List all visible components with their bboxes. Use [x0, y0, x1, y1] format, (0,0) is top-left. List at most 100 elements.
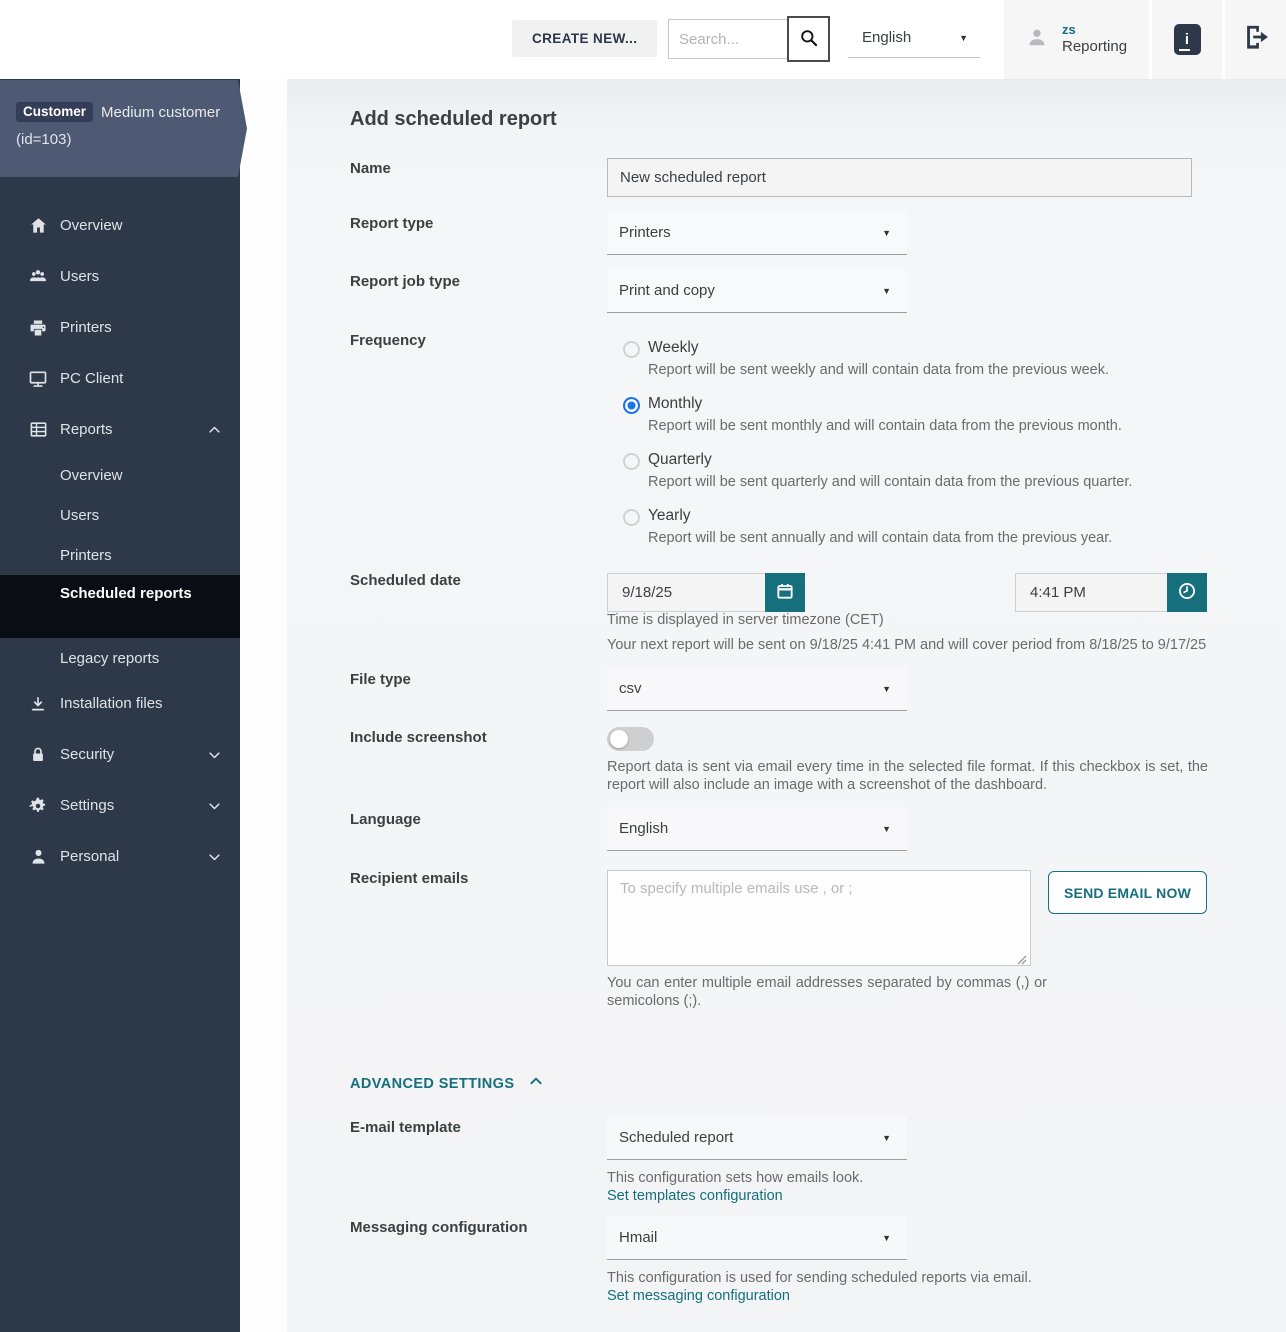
- clock-button[interactable]: [1167, 573, 1207, 612]
- chevron-up-icon: [528, 1073, 544, 1094]
- form-language-label: Language: [350, 811, 421, 828]
- scheduled-date-label: Scheduled date: [350, 572, 461, 589]
- logout-icon: [1242, 23, 1270, 56]
- user-menu[interactable]: zs Reporting: [1004, 0, 1149, 79]
- language-select[interactable]: English ▼: [848, 18, 980, 58]
- logout-button[interactable]: [1225, 0, 1286, 79]
- sidebar-item-users[interactable]: Users: [0, 251, 240, 302]
- timezone-note: Time is displayed in server timezone (CE…: [607, 612, 884, 628]
- send-email-now-button[interactable]: SEND EMAIL NOW: [1048, 871, 1207, 914]
- name-input[interactable]: [607, 158, 1192, 197]
- chevron-down-icon: ▼: [959, 32, 968, 43]
- calendar-icon: [775, 581, 795, 604]
- users-group-icon: [28, 267, 48, 287]
- chevron-down-icon: [207, 849, 222, 864]
- sidebar-item-settings[interactable]: Settings: [0, 780, 240, 831]
- frequency-option-label[interactable]: Yearly: [648, 507, 691, 525]
- file-type-select[interactable]: csv ▼: [607, 667, 907, 711]
- chevron-down-icon: [207, 747, 222, 762]
- email-template-helper: This configuration sets how emails look.: [607, 1170, 864, 1186]
- chevron-down-icon: ▼: [882, 1232, 891, 1243]
- create-new-button[interactable]: CREATE NEW...: [512, 20, 658, 57]
- sidebar-item-security[interactable]: Security: [0, 729, 240, 780]
- top-header: CREATE NEW... English ▼ zs Reporting i: [0, 0, 1286, 79]
- form-language-select[interactable]: English ▼: [607, 807, 907, 851]
- sidebar-item-label: Settings: [60, 797, 115, 814]
- name-label: Name: [350, 160, 391, 177]
- frequency-option-description: Report will be sent monthly and will con…: [648, 418, 1122, 434]
- frequency-option-label[interactable]: Quarterly: [648, 451, 712, 469]
- sidebar-nav: Overview Users Printers PC Client Report…: [0, 200, 240, 882]
- frequency-option-description: Report will be sent annually and will co…: [648, 530, 1113, 546]
- include-screenshot-label: Include screenshot: [350, 729, 487, 746]
- sidebar-item-personal[interactable]: Personal: [0, 831, 240, 882]
- sidebar-item-label: Overview: [60, 217, 123, 234]
- search-input[interactable]: [668, 19, 788, 59]
- search-button[interactable]: [787, 16, 830, 62]
- email-template-select[interactable]: Scheduled report ▼: [607, 1116, 907, 1160]
- sidebar-item-overview[interactable]: Overview: [0, 200, 240, 251]
- person-icon: [28, 847, 48, 867]
- report-job-type-select[interactable]: Print and copy ▼: [607, 269, 907, 313]
- home-icon: [28, 216, 48, 236]
- report-type-value: Printers: [619, 224, 671, 241]
- sidebar-item-printers[interactable]: Printers: [0, 302, 240, 353]
- time-input[interactable]: [1015, 573, 1167, 612]
- calendar-button[interactable]: [765, 573, 805, 612]
- sidebar-subitem-legacy-reports[interactable]: Legacy reports: [0, 638, 240, 678]
- email-template-label: E-mail template: [350, 1119, 461, 1136]
- report-job-type-value: Print and copy: [619, 282, 715, 299]
- chevron-down-icon: ▼: [882, 823, 891, 834]
- advanced-settings-toggle[interactable]: ADVANCED SETTINGS: [350, 1073, 544, 1094]
- include-screenshot-description: Report data is sent via email every time…: [607, 759, 1208, 793]
- messaging-configuration-select[interactable]: Hmail ▼: [607, 1216, 907, 1260]
- recipient-emails-label: Recipient emails: [350, 870, 469, 887]
- frequency-radio-yearly[interactable]: [623, 509, 640, 526]
- download-icon: [28, 694, 48, 714]
- sidebar-subitem-reports-printers[interactable]: Printers: [0, 535, 240, 575]
- set-messaging-configuration-link[interactable]: Set messaging configuration: [607, 1288, 790, 1304]
- sidebar-subitem-reports-overview[interactable]: Overview: [0, 455, 240, 495]
- toggle-knob: [610, 730, 628, 748]
- report-table-icon: [28, 420, 48, 440]
- chevron-down-icon: ▼: [882, 1132, 891, 1143]
- advanced-settings-label: ADVANCED SETTINGS: [350, 1075, 515, 1092]
- page-title: Add scheduled report: [350, 108, 557, 130]
- frequency-option-description: Report will be sent quarterly and will c…: [648, 474, 1133, 490]
- user-avatar-icon: [1026, 26, 1048, 53]
- chevron-up-icon: [207, 422, 222, 437]
- user-name: Reporting: [1062, 38, 1128, 56]
- messaging-configuration-helper: This configuration is used for sending s…: [607, 1270, 1032, 1286]
- include-screenshot-toggle[interactable]: [607, 727, 654, 751]
- sidebar-item-reports[interactable]: Reports: [0, 404, 240, 455]
- sidebar-item-label: Installation files: [60, 695, 163, 712]
- frequency-option-label[interactable]: Weekly: [648, 339, 699, 357]
- frequency-option-description: Report will be sent weekly and will cont…: [648, 362, 1110, 378]
- frequency-radio-monthly[interactable]: [623, 397, 640, 414]
- report-job-type-label: Report job type: [350, 273, 461, 290]
- user-info: zs Reporting: [1062, 22, 1127, 57]
- sidebar-item-label: Security: [60, 746, 115, 763]
- sidebar-subitem-reports-users[interactable]: Users: [0, 495, 240, 535]
- date-input[interactable]: [607, 573, 765, 612]
- recipient-emails-textarea[interactable]: [607, 870, 1031, 966]
- frequency-option-label[interactable]: Monthly: [648, 395, 702, 413]
- report-type-label: Report type: [350, 215, 434, 232]
- sidebar-subitem-label: Printers: [60, 546, 112, 564]
- sidebar-subitem-label: Legacy reports: [60, 649, 160, 667]
- info-book-icon: i: [1173, 24, 1201, 55]
- time-picker-group: [1015, 573, 1207, 612]
- lock-icon: [28, 745, 48, 765]
- language-select-value: English: [862, 29, 912, 46]
- frequency-radio-quarterly[interactable]: [623, 453, 640, 470]
- messaging-configuration-label: Messaging configuration: [350, 1219, 528, 1236]
- report-type-select[interactable]: Printers ▼: [607, 211, 907, 255]
- frequency-radio-weekly[interactable]: [623, 341, 640, 358]
- user-initials: zs: [1062, 22, 1076, 37]
- sidebar-item-installation-files[interactable]: Installation files: [0, 678, 240, 729]
- sidebar-item-pc-client[interactable]: PC Client: [0, 353, 240, 404]
- set-templates-configuration-link[interactable]: Set templates configuration: [607, 1188, 783, 1204]
- sidebar-subitem-scheduled-reports[interactable]: Scheduled reports: [0, 575, 240, 638]
- help-button[interactable]: i: [1152, 0, 1222, 79]
- email-template-value: Scheduled report: [619, 1129, 734, 1146]
